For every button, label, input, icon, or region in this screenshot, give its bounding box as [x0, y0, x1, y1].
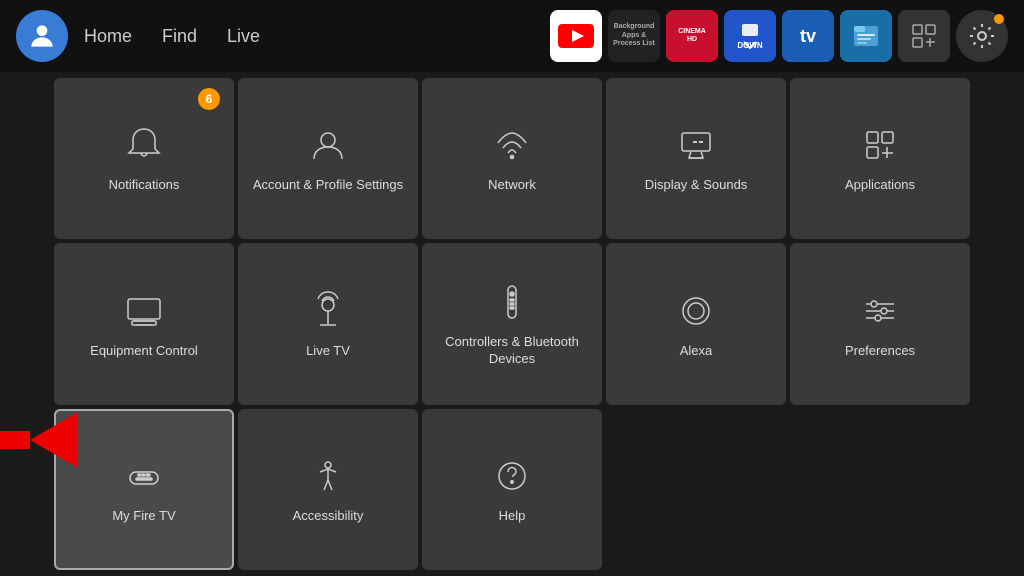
help-label: Help: [491, 508, 534, 525]
grid-item-notifications[interactable]: 6 Notifications: [54, 78, 234, 239]
grid-item-empty2: [790, 409, 970, 570]
app-youtube[interactable]: [550, 10, 602, 62]
arrow-body: [0, 431, 30, 449]
my-fire-tv-label: My Fire TV: [104, 508, 183, 525]
grid-item-empty1: [606, 409, 786, 570]
grid-item-controllers[interactable]: Controllers & Bluetooth Devices: [422, 243, 602, 404]
top-nav: Home Find Live BackgroundApps &Process L…: [0, 0, 1024, 72]
settings-grid: 6 Notifications Account & Profile Settin…: [0, 72, 1024, 576]
display-sounds-label: Display & Sounds: [637, 177, 756, 194]
grid-item-alexa[interactable]: Alexa: [606, 243, 786, 404]
firetv-icon: [122, 454, 166, 498]
nav-links: Home Find Live: [84, 26, 260, 47]
alexa-icon: [674, 289, 718, 333]
user-icon: [306, 123, 350, 167]
notification-badge: 6: [198, 88, 220, 110]
grid-item-display-sounds[interactable]: Display & Sounds: [606, 78, 786, 239]
app-background[interactable]: BackgroundApps &Process List: [608, 10, 660, 62]
display-icon: [674, 123, 718, 167]
grid-item-applications[interactable]: Applications: [790, 78, 970, 239]
wifi-icon: [490, 123, 534, 167]
app-files[interactable]: [840, 10, 892, 62]
accessibility-label: Accessibility: [285, 508, 372, 525]
app-grid-icon[interactable]: [898, 10, 950, 62]
preferences-label: Preferences: [837, 343, 923, 360]
applications-label: Applications: [837, 177, 923, 194]
nav-live[interactable]: Live: [227, 26, 260, 47]
nav-apps: BackgroundApps &Process List CINEMAHD DO…: [550, 10, 950, 62]
apps-icon: [858, 123, 902, 167]
grid-item-preferences[interactable]: Preferences: [790, 243, 970, 404]
network-label: Network: [480, 177, 544, 194]
avatar[interactable]: [16, 10, 68, 62]
sliders-icon: [858, 289, 902, 333]
help-icon: [490, 454, 534, 498]
grid-item-my-fire-tv[interactable]: My Fire TV: [54, 409, 234, 570]
live-tv-label: Live TV: [298, 343, 358, 360]
nav-home[interactable]: Home: [84, 26, 132, 47]
bell-icon: [122, 123, 166, 167]
grid-item-accessibility[interactable]: Accessibility: [238, 409, 418, 570]
alexa-label: Alexa: [672, 343, 721, 360]
remote-icon: [490, 280, 534, 324]
grid-item-network[interactable]: Network: [422, 78, 602, 239]
account-label: Account & Profile Settings: [245, 177, 411, 194]
equipment-label: Equipment Control: [82, 343, 206, 360]
notifications-label: Notifications: [101, 177, 188, 194]
app-tv[interactable]: tv: [782, 10, 834, 62]
antenna-icon: [306, 289, 350, 333]
accessibility-icon: [306, 454, 350, 498]
settings-button[interactable]: [956, 10, 1008, 62]
grid-item-account[interactable]: Account & Profile Settings: [238, 78, 418, 239]
settings-notification-dot: [994, 14, 1004, 24]
controllers-label: Controllers & Bluetooth Devices: [422, 334, 602, 368]
arrow-head: [30, 412, 78, 468]
grid-item-equipment[interactable]: Equipment Control: [54, 243, 234, 404]
app-cinema[interactable]: CINEMAHD: [666, 10, 718, 62]
monitor-icon: [122, 289, 166, 333]
grid-item-help[interactable]: Help: [422, 409, 602, 570]
app-downloader[interactable]: DOWN: [724, 10, 776, 62]
grid-item-live-tv[interactable]: Live TV: [238, 243, 418, 404]
nav-find[interactable]: Find: [162, 26, 197, 47]
selection-arrow: [0, 412, 78, 468]
